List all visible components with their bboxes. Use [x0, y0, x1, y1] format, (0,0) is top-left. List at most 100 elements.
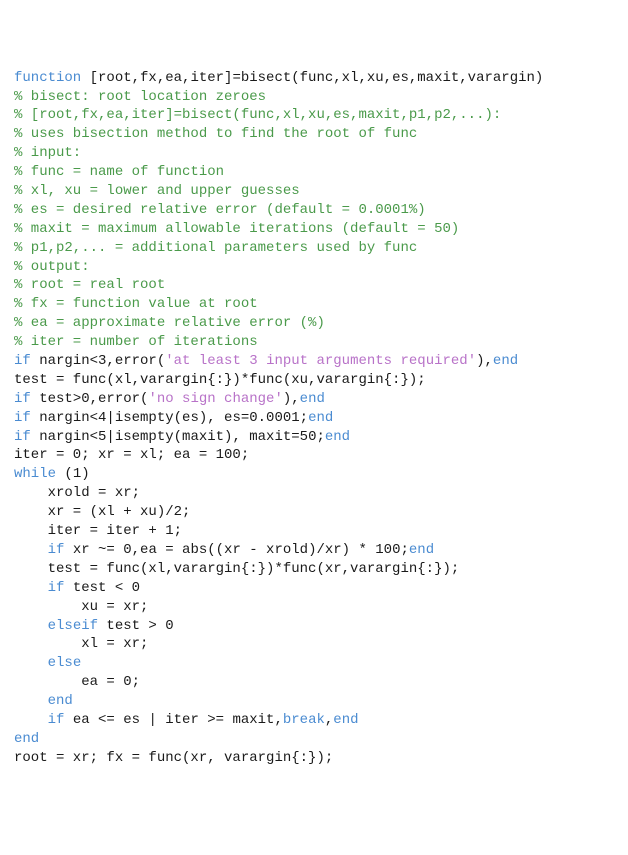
code-token: [14, 618, 48, 634]
code-token: test = func(xl,varargin{:})*func(xu,vara…: [14, 372, 426, 388]
keyword-token: if: [14, 391, 39, 407]
code-line: % bisect: root location zeroes: [14, 88, 614, 107]
code-token: [14, 693, 48, 709]
code-line: test = func(xl,varargin{:})*func(xr,vara…: [14, 560, 614, 579]
code-token: [root,fx,ea,iter]=bisect(func,xl,xu,es,m…: [90, 70, 544, 86]
keyword-token: break: [283, 712, 325, 728]
keyword-token: if: [14, 429, 39, 445]
code-token: xu = xr;: [14, 599, 148, 615]
code-line: % func = name of function: [14, 163, 614, 182]
keyword-token: elseif: [48, 618, 107, 634]
keyword-token: while: [14, 466, 64, 482]
code-line: if nargin<4|isempty(es), es=0.0001;end: [14, 409, 614, 428]
code-line: % root = real root: [14, 276, 614, 295]
code-token: xrold = xr;: [14, 485, 140, 501]
code-token: test < 0: [73, 580, 140, 596]
code-token: [14, 542, 48, 558]
code-line: % output:: [14, 258, 614, 277]
code-token: ),: [476, 353, 493, 369]
code-token: ,: [325, 712, 333, 728]
comment-token: % p1,p2,... = additional parameters used…: [14, 240, 417, 256]
comment-token: % xl, xu = lower and upper guesses: [14, 183, 300, 199]
comment-token: % output:: [14, 259, 90, 275]
comment-token: % root = real root: [14, 277, 165, 293]
code-line: ea = 0;: [14, 673, 614, 692]
code-line: % iter = number of iterations: [14, 333, 614, 352]
code-line: % input:: [14, 144, 614, 163]
comment-token: % iter = number of iterations: [14, 334, 258, 350]
keyword-token: end: [300, 391, 325, 407]
keyword-token: if: [48, 542, 73, 558]
code-token: test = func(xl,varargin{:})*func(xr,vara…: [14, 561, 459, 577]
code-line: % [root,fx,ea,iter]=bisect(func,xl,xu,es…: [14, 106, 614, 125]
keyword-token: if: [48, 712, 73, 728]
string-token: 'no sign change': [148, 391, 282, 407]
keyword-token: if: [14, 353, 39, 369]
comment-token: % [root,fx,ea,iter]=bisect(func,xl,xu,es…: [14, 107, 501, 123]
comment-token: % fx = function value at root: [14, 296, 258, 312]
code-token: ea = 0;: [14, 674, 140, 690]
code-token: (1): [64, 466, 89, 482]
code-token: xr = (xl + xu)/2;: [14, 504, 190, 520]
code-token: root = xr; fx = func(xr, varargin{:});: [14, 750, 333, 766]
code-line: while (1): [14, 465, 614, 484]
code-token: [14, 580, 48, 596]
string-token: 'at least 3 input arguments required': [165, 353, 476, 369]
code-line: % fx = function value at root: [14, 295, 614, 314]
code-line: test = func(xl,varargin{:})*func(xu,vara…: [14, 371, 614, 390]
keyword-token: end: [325, 429, 350, 445]
comment-token: % maxit = maximum allowable iterations (…: [14, 221, 459, 237]
code-line: end: [14, 730, 614, 749]
code-line: xl = xr;: [14, 635, 614, 654]
code-line: xrold = xr;: [14, 484, 614, 503]
keyword-token: function: [14, 70, 90, 86]
code-token: iter = 0; xr = xl; ea = 100;: [14, 447, 249, 463]
keyword-token: end: [493, 353, 518, 369]
comment-token: % input:: [14, 145, 81, 161]
code-line: if test>0,error('no sign change'),end: [14, 390, 614, 409]
keyword-token: if: [48, 580, 73, 596]
code-token: nargin<4|isempty(es), es=0.0001;: [39, 410, 308, 426]
code-line: if ea <= es | iter >= maxit,break,end: [14, 711, 614, 730]
keyword-token: if: [14, 410, 39, 426]
matlab-code-block: function [root,fx,ea,iter]=bisect(func,x…: [14, 69, 614, 768]
code-line: xr = (xl + xu)/2;: [14, 503, 614, 522]
code-line: % xl, xu = lower and upper guesses: [14, 182, 614, 201]
code-line: if nargin<5|isempty(maxit), maxit=50;end: [14, 428, 614, 447]
code-token: ea <= es | iter >= maxit,: [73, 712, 283, 728]
code-line: elseif test > 0: [14, 617, 614, 636]
code-line: % p1,p2,... = additional parameters used…: [14, 239, 614, 258]
code-token: test>0,error(: [39, 391, 148, 407]
comment-token: % bisect: root location zeroes: [14, 89, 266, 105]
code-line: end: [14, 692, 614, 711]
code-line: root = xr; fx = func(xr, varargin{:});: [14, 749, 614, 768]
code-line: function [root,fx,ea,iter]=bisect(func,x…: [14, 69, 614, 88]
code-token: [14, 655, 48, 671]
comment-token: % func = name of function: [14, 164, 224, 180]
code-token: ),: [283, 391, 300, 407]
keyword-token: else: [48, 655, 82, 671]
comment-token: % uses bisection method to find the root…: [14, 126, 417, 142]
code-line: iter = 0; xr = xl; ea = 100;: [14, 446, 614, 465]
keyword-token: end: [48, 693, 73, 709]
code-line: % ea = approximate relative error (%): [14, 314, 614, 333]
code-line: if test < 0: [14, 579, 614, 598]
keyword-token: end: [409, 542, 434, 558]
code-token: nargin<3,error(: [39, 353, 165, 369]
code-token: xr ~= 0,ea = abs((xr - xrold)/xr) * 100;: [73, 542, 409, 558]
code-token: nargin<5|isempty(maxit), maxit=50;: [39, 429, 325, 445]
keyword-token: end: [333, 712, 358, 728]
code-line: if xr ~= 0,ea = abs((xr - xrold)/xr) * 1…: [14, 541, 614, 560]
code-line: % uses bisection method to find the root…: [14, 125, 614, 144]
comment-token: % es = desired relative error (default =…: [14, 202, 426, 218]
code-token: test > 0: [106, 618, 173, 634]
code-line: if nargin<3,error('at least 3 input argu…: [14, 352, 614, 371]
keyword-token: end: [308, 410, 333, 426]
code-line: xu = xr;: [14, 598, 614, 617]
code-token: [14, 712, 48, 728]
code-line: % maxit = maximum allowable iterations (…: [14, 220, 614, 239]
code-line: iter = iter + 1;: [14, 522, 614, 541]
code-line: else: [14, 654, 614, 673]
keyword-token: end: [14, 731, 39, 747]
code-token: iter = iter + 1;: [14, 523, 182, 539]
